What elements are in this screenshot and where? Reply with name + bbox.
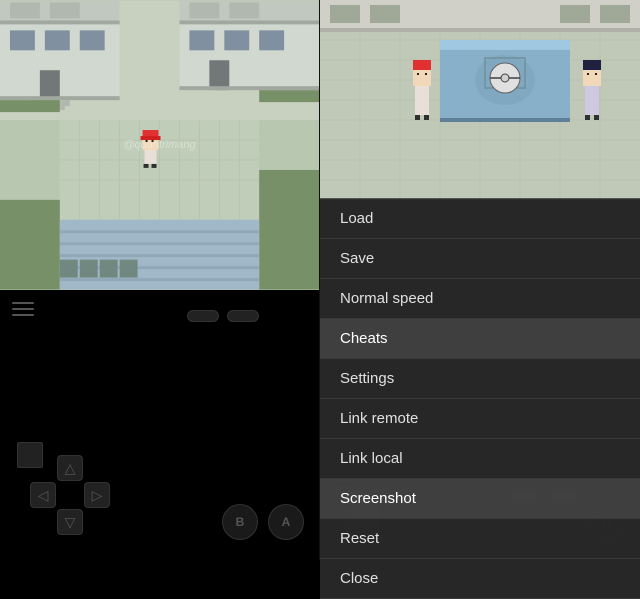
right-panel: LoadSaveNormal speedCheatsSettingsLink r… (320, 0, 640, 560)
hamburger-menu-left[interactable] (12, 302, 34, 316)
left-panel: @quantrimang B A (0, 0, 320, 560)
a-button[interactable]: A (268, 504, 304, 540)
menu-item-settings[interactable]: Settings (320, 359, 640, 399)
start-button[interactable] (227, 310, 259, 322)
dpad-center (17, 442, 43, 468)
menu-item-link-remote[interactable]: Link remote (320, 399, 640, 439)
menu-item-cheats[interactable]: Cheats (320, 319, 640, 359)
b-button[interactable]: B (222, 504, 258, 540)
menu-item-screenshot[interactable]: Screenshot (320, 479, 640, 519)
menu-item-load[interactable]: Load (320, 199, 640, 239)
game-screen-left: @quantrimang (0, 0, 319, 290)
menu-item-save[interactable]: Save (320, 239, 640, 279)
game-screen-right (320, 0, 640, 200)
ab-buttons: B A (222, 504, 304, 540)
dpad[interactable] (30, 455, 110, 535)
dpad-down-button[interactable] (57, 509, 83, 535)
dpad-left-button[interactable] (30, 482, 56, 508)
select-start-buttons (187, 310, 259, 322)
context-menu: LoadSaveNormal speedCheatsSettingsLink r… (320, 198, 640, 599)
left-controls-area: B A (0, 290, 319, 560)
dpad-up-button[interactable] (57, 455, 83, 481)
dpad-right-button[interactable] (84, 482, 110, 508)
select-button[interactable] (187, 310, 219, 322)
menu-item-normal-speed[interactable]: Normal speed (320, 279, 640, 319)
menu-item-link-local[interactable]: Link local (320, 439, 640, 479)
menu-item-close[interactable]: Close (320, 559, 640, 599)
menu-item-reset[interactable]: Reset (320, 519, 640, 559)
